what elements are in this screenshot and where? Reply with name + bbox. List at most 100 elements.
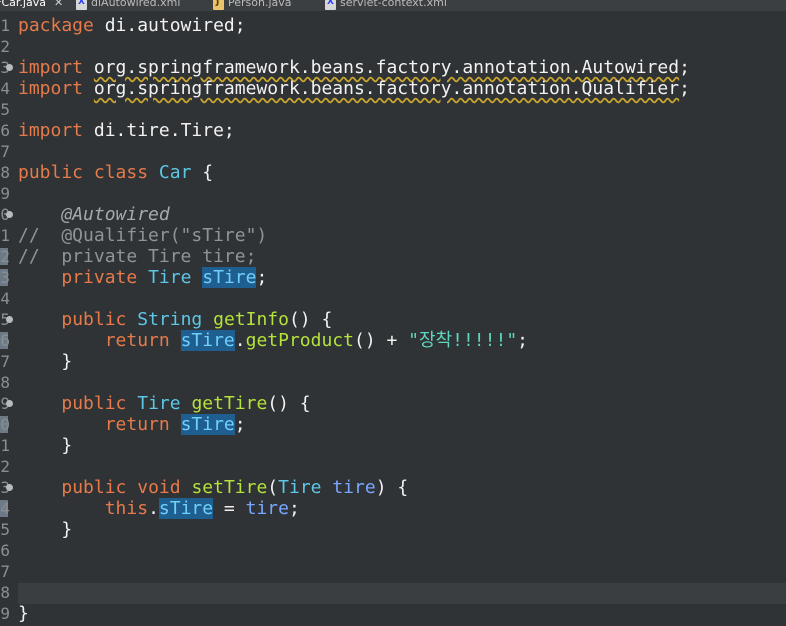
tab-person-java[interactable]: Person.java <box>213 0 292 11</box>
code-line[interactable]: 4 this.sTire = tire; <box>0 498 786 519</box>
type-name: Tire <box>137 393 181 414</box>
operator: () + <box>353 330 409 351</box>
keyword: public <box>18 162 84 183</box>
line-number: 4 <box>0 499 10 518</box>
field-sTire-highlighted: sTire <box>158 498 214 519</box>
line-number: 5 <box>0 100 10 119</box>
code-line[interactable]: 6 import di.tire.Tire; <box>0 120 786 141</box>
closing-brace: } <box>18 435 73 456</box>
fold-toggle-icon[interactable] <box>6 316 13 323</box>
line-number: 7 <box>0 142 10 161</box>
import-path: di.tire.Tire; <box>83 120 235 141</box>
code-line[interactable]: 7 <box>0 141 786 162</box>
line-number: 1 <box>0 436 10 455</box>
parameter-name: tire <box>332 477 376 498</box>
code-line[interactable]: 4 <box>0 288 786 309</box>
code-line[interactable]: 6 <box>0 540 786 561</box>
keyword: package <box>18 15 94 36</box>
code-line[interactable]: 3 public void setTire(Tire tire) { <box>0 477 786 498</box>
keyword: void <box>137 477 181 498</box>
field-sTire-highlighted: sTire <box>180 330 235 351</box>
params: () { <box>288 309 333 330</box>
code-line[interactable]: 2 <box>0 456 786 477</box>
import-path: org.springframework.beans.factory.annota… <box>93 57 680 78</box>
line-number: 2 <box>0 457 10 476</box>
code-editor[interactable]: 1 package di.autowired; 2 3 import org.s… <box>0 11 786 626</box>
line-text: public class Car { <box>18 162 213 183</box>
line-text: public void setTire(Tire tire) { <box>18 477 408 498</box>
code-line[interactable]: 1 package di.autowired; <box>0 15 786 36</box>
code-line[interactable]: 9 public Tire getTire() { <box>0 393 786 414</box>
line-text: public Tire getTire() { <box>18 393 310 414</box>
keyword: public <box>61 477 127 498</box>
line-text: import org.springframework.beans.factory… <box>18 78 690 99</box>
line-number: 8 <box>0 583 10 602</box>
string-literal: "장착!!!!!" <box>408 330 518 351</box>
code-line[interactable]: 8 <box>0 372 786 393</box>
line-number: 8 <box>0 163 10 182</box>
code-line[interactable]: 2 // private Tire tire; <box>0 246 786 267</box>
type-name: Tire <box>278 477 322 498</box>
tab-diautowired-xml[interactable]: diAutowired.xml <box>76 0 180 11</box>
code-line[interactable]: 4 import org.springframework.beans.facto… <box>0 78 786 99</box>
closing-brace: } <box>18 351 73 372</box>
code-line[interactable]: 2 <box>0 36 786 57</box>
fold-toggle-icon[interactable] <box>6 484 13 491</box>
semicolon: ; <box>234 414 246 435</box>
line-number: 6 <box>0 541 10 560</box>
code-line[interactable]: 7 } <box>0 351 786 372</box>
line-text: return sTire; <box>18 414 246 435</box>
code-line[interactable]: 1 } <box>0 435 786 456</box>
close-icon[interactable]: ✕ <box>54 0 63 8</box>
code-line[interactable]: 5 } <box>0 519 786 540</box>
line-number: 1 <box>0 16 10 35</box>
code-line[interactable]: 6 return sTire.getProduct() + "장착!!!!!"; <box>0 330 786 351</box>
code-line[interactable]: 9 } <box>0 603 786 624</box>
fold-toggle-icon[interactable] <box>6 64 13 71</box>
code-line[interactable]: 8 public class Car { <box>0 162 786 183</box>
code-line[interactable]: 5 public String getInfo() { <box>0 309 786 330</box>
code-line[interactable]: 9 <box>0 183 786 204</box>
tab-servlet-context-xml[interactable]: servlet-context.xml <box>325 0 447 11</box>
editor-tab-bar: *Car.java ✕ diAutowired.xml Person.java … <box>0 0 786 11</box>
code-line-current[interactable]: 8 <box>0 582 786 603</box>
type-name: String <box>137 309 203 330</box>
code-line[interactable]: 0 @Autowired <box>0 204 786 225</box>
code-line[interactable]: 0 return sTire; <box>0 414 786 435</box>
code-line[interactable]: 3 private Tire sTire; <box>0 267 786 288</box>
code-line[interactable]: 7 <box>0 561 786 582</box>
code-line[interactable]: 3 import org.springframework.beans.facto… <box>0 57 786 78</box>
line-number: 7 <box>0 562 10 581</box>
line-text: this.sTire = tire; <box>18 498 300 519</box>
line-number: 6 <box>0 331 10 350</box>
code-line[interactable]: 5 <box>0 99 786 120</box>
keyword: import <box>18 57 84 78</box>
fold-toggle-icon[interactable] <box>6 400 13 407</box>
code-line[interactable]: 1 // @Qualifier("sTire") <box>0 225 786 246</box>
fold-toggle-icon[interactable] <box>6 211 13 218</box>
tab-car-java[interactable]: *Car.java ✕ <box>0 0 63 11</box>
line-number: 1 <box>0 226 10 245</box>
line-text: private Tire sTire; <box>18 267 267 288</box>
paren: ( <box>267 477 279 498</box>
java-file-icon <box>213 0 224 10</box>
semicolon: ; <box>288 498 300 519</box>
dot: . <box>148 498 159 519</box>
keyword: public <box>61 309 127 330</box>
line-number: 9 <box>0 604 10 623</box>
